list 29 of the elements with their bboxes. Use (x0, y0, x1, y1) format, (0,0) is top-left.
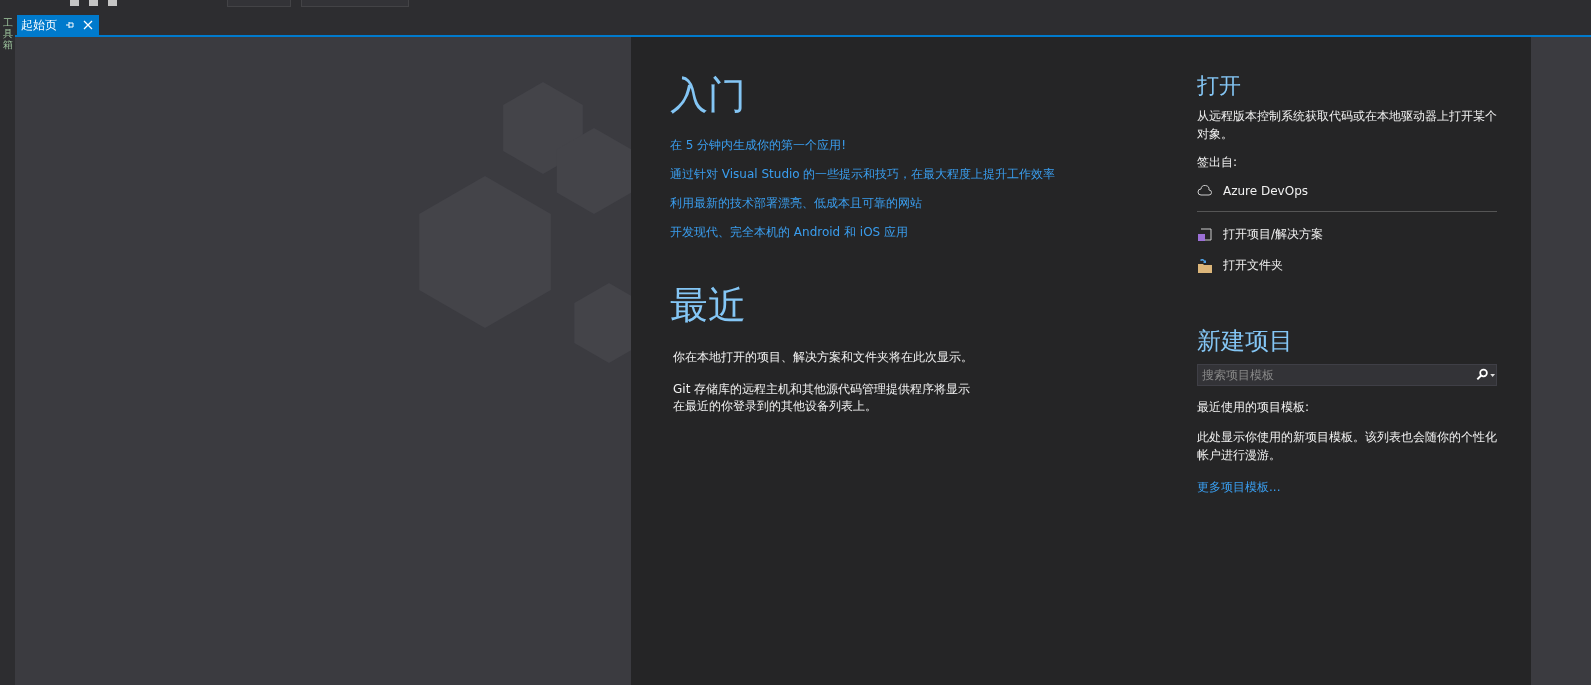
link[interactable]: Azure DevOps (1223, 184, 1309, 198)
solution-icon (1197, 226, 1213, 243)
link[interactable]: 打开项目/解决方案 (1223, 226, 1324, 243)
text-line: Git 存储库的远程主机和其他源代码管理提供程序将显示 (673, 381, 972, 398)
toolbar-icon[interactable] (89, 0, 98, 6)
pin-icon[interactable] (65, 20, 75, 30)
text-line: 你在本地打开的项目、解决方案和文件夹将在此次显示。 (673, 349, 974, 366)
folder-icon (1197, 257, 1213, 274)
cloud-icon (1197, 183, 1213, 199)
text-line: 在最近的你登录到的其他设备列表上。 (673, 398, 878, 415)
link[interactable]: 在 5 分钟内生成你的第一个应用! (670, 137, 847, 154)
paragraph: 从远程版本控制系统获取代码或在本地驱动器上打开某个对象。 (1197, 108, 1497, 143)
toolbox-label[interactable]: 工具箱 (2, 17, 13, 685)
tab[interactable]: 起始页 (17, 15, 99, 35)
close-icon[interactable] (83, 20, 93, 30)
link[interactable]: 通过针对 Visual Studio 的一些提示和技巧，在最大程度上提升工作效率 (670, 166, 1056, 183)
section-heading: 入门 (670, 72, 747, 119)
toolbar-icon[interactable] (70, 0, 79, 6)
paragraph: 此处显示你使用的新项目模板。该列表也会随你的个性化帐户进行漫游。 (1197, 429, 1497, 464)
section-heading: 打开 (1197, 72, 1242, 100)
section-heading: 最近 (670, 282, 747, 329)
toolbar-icon[interactable] (108, 0, 117, 6)
link[interactable]: 开发现代、完全本机的 Android 和 iOS 应用 (670, 224, 909, 241)
label: 最近使用的项目模板: (1197, 399, 1311, 416)
link[interactable]: 打开文件夹 (1223, 257, 1283, 274)
label: 签出自: (1197, 154, 1239, 171)
link[interactable]: 利用最新的技术部署漂亮、低成本且可靠的网站 (670, 195, 922, 212)
link[interactable]: 更多项目模板... (1197, 478, 1281, 496)
section-heading: 新建项目 (1197, 326, 1294, 356)
